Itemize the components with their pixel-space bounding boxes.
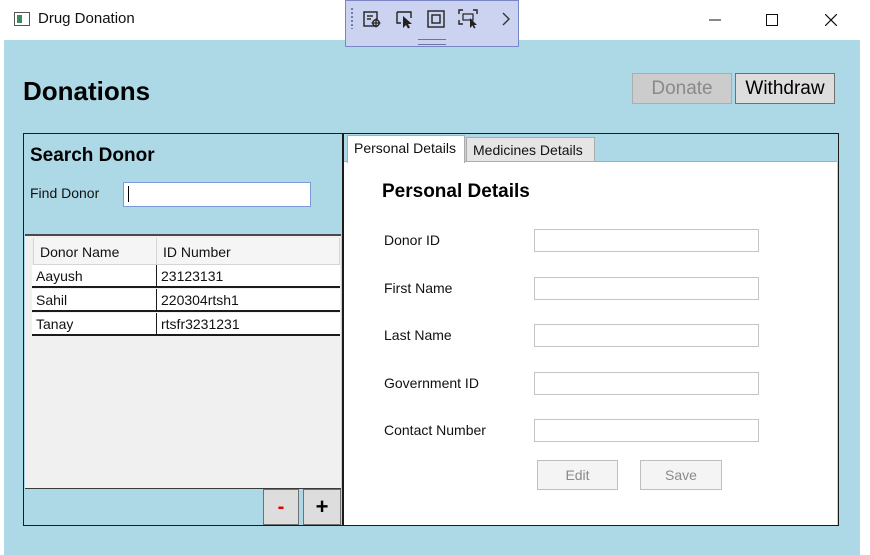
toolbar-grip[interactable] [350, 7, 354, 29]
maximize-button[interactable] [743, 0, 801, 40]
app-icon [14, 12, 30, 26]
find-donor-input[interactable] [123, 182, 311, 207]
donor-row[interactable]: Aayush 23123131 [32, 265, 340, 288]
donor-row[interactable]: Tanay rtsfr3231231 [32, 313, 340, 336]
close-button[interactable] [802, 0, 860, 40]
live-visual-tree-button[interactable] [360, 7, 384, 31]
page-title: Donations [23, 76, 151, 106]
column-header-id-number[interactable]: ID Number [157, 238, 340, 265]
minimize-icon [709, 19, 721, 21]
add-donor-button[interactable]: + [303, 489, 341, 525]
government-id-field[interactable] [534, 372, 759, 395]
text-caret [128, 186, 129, 202]
close-icon [825, 14, 837, 26]
contact-number-label: Contact Number [384, 422, 486, 438]
toolbar-collapse-handle[interactable] [418, 39, 446, 45]
last-name-label: Last Name [384, 327, 452, 343]
edit-button[interactable]: Edit [537, 460, 618, 490]
column-header-donor-name[interactable]: Donor Name [33, 238, 157, 265]
tab-personal-details[interactable]: Personal Details [347, 135, 465, 163]
find-donor-label: Find Donor [30, 185, 100, 201]
search-donor-title: Search Donor [30, 145, 155, 166]
personal-details-title: Personal Details [382, 181, 530, 202]
last-name-field[interactable] [534, 324, 759, 347]
select-element-icon [396, 11, 412, 29]
donor-row[interactable]: Sahil 220304rtsh1 [32, 289, 340, 312]
donor-name-cell: Tanay [32, 313, 157, 334]
donor-name-cell: Sahil [32, 289, 157, 310]
select-element-button[interactable] [393, 7, 417, 31]
display-layout-adorners-button[interactable] [424, 7, 448, 31]
first-name-field[interactable] [534, 277, 759, 300]
donor-id-field[interactable] [534, 229, 759, 252]
donor-name-cell: Aayush [32, 265, 157, 286]
live-visual-tree-icon [363, 11, 381, 28]
id-number-cell: rtsfr3231231 [161, 316, 240, 332]
track-focused-element-icon [458, 9, 478, 29]
government-id-label: Government ID [384, 375, 479, 391]
window-title: Drug Donation [38, 10, 135, 27]
toolbar-expand-button[interactable] [494, 7, 518, 31]
save-button[interactable]: Save [640, 460, 722, 490]
donor-grid-header: Donor Name ID Number [33, 238, 340, 265]
chevron-right-icon [502, 12, 510, 26]
donor-id-label: Donor ID [384, 232, 441, 248]
id-number-cell: 23123131 [161, 268, 224, 284]
contact-number-field[interactable] [534, 419, 759, 442]
display-layout-adorners-icon [427, 10, 445, 28]
xaml-debug-toolbar [345, 0, 519, 47]
remove-donor-button[interactable]: - [263, 489, 299, 525]
withdraw-button[interactable]: Withdraw [735, 73, 835, 104]
donate-button[interactable]: Donate [632, 73, 732, 104]
track-focused-element-button[interactable] [457, 7, 481, 31]
id-number-cell: 220304rtsh1 [161, 292, 239, 308]
first-name-label: First Name [384, 280, 453, 296]
maximize-icon [766, 14, 778, 26]
tab-medicines-details[interactable]: Medicines Details [466, 137, 595, 162]
minimize-button[interactable] [686, 0, 744, 40]
